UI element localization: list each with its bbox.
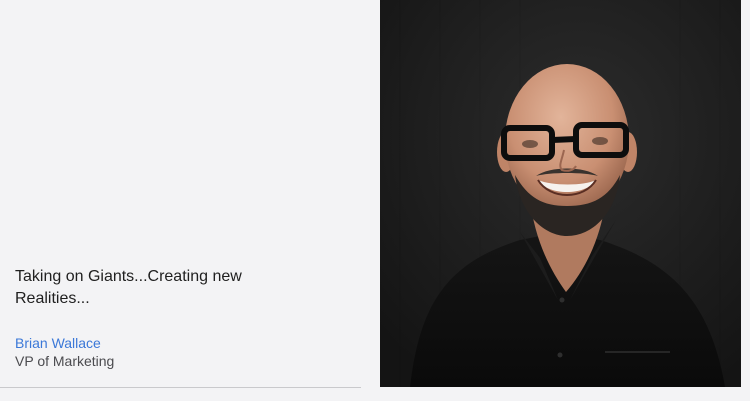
testimonial-text-panel: Taking on Giants...Creating new Realitie… bbox=[0, 0, 361, 388]
right-margin-strip bbox=[741, 0, 750, 401]
testimonial-quote: Taking on Giants...Creating new Realitie… bbox=[15, 268, 242, 307]
portrait-illustration bbox=[380, 0, 741, 387]
testimonial-section: Taking on Giants...Creating new Realitie… bbox=[0, 0, 750, 401]
author-portrait-photo bbox=[380, 0, 741, 387]
author-name-link[interactable]: Brian Wallace bbox=[15, 335, 101, 352]
author-title: VP of Marketing bbox=[15, 353, 115, 369]
